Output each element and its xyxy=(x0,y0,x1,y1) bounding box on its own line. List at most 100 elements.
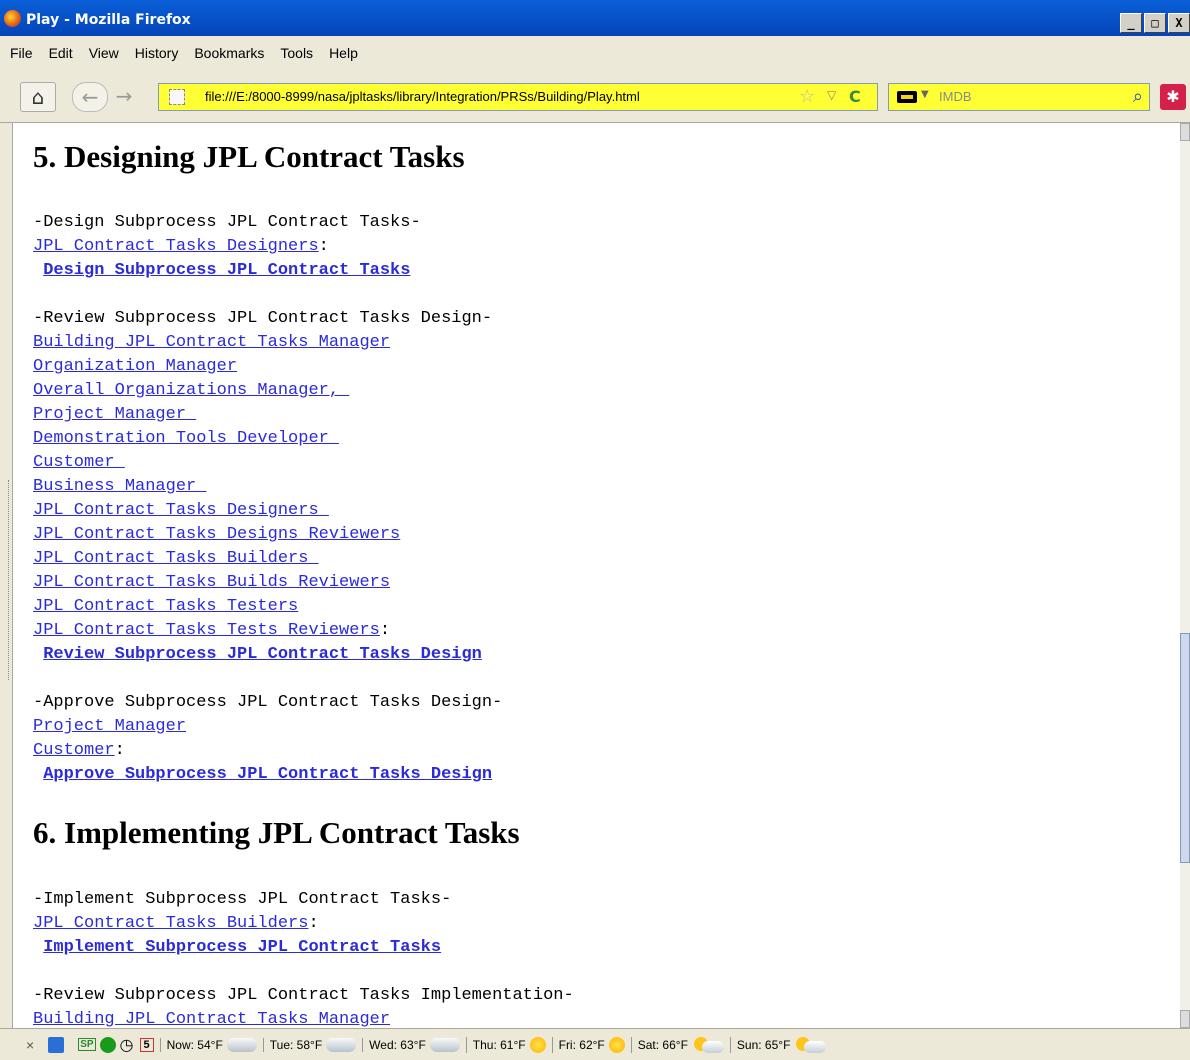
rain-cloud-icon xyxy=(429,1037,460,1052)
maximize-button[interactable]: □ xyxy=(1144,13,1166,33)
role-link[interactable]: JPL Contract Tasks Designers xyxy=(33,237,319,256)
role-link[interactable]: Building JPL Contract Tasks Manager xyxy=(33,333,390,352)
review-impl-header: -Review Subprocess JPL Contract Tasks Im… xyxy=(33,986,574,1005)
role-link[interactable]: JPL Contract Tasks Designs Reviewers xyxy=(33,525,400,544)
search-input[interactable]: IMDB xyxy=(939,89,972,104)
vertical-scrollbar[interactable] xyxy=(1180,123,1190,1028)
review-role-line: Demonstration Tools Developer xyxy=(33,427,339,451)
design-action-link[interactable]: Design Subprocess JPL Contract Tasks xyxy=(43,261,410,280)
xmarks-icon[interactable] xyxy=(48,1036,65,1053)
url-text[interactable]: file:///E:/8000-8999/nasa/jpltasks/libra… xyxy=(205,89,640,104)
menu-bar: File Edit View History Bookmarks Tools H… xyxy=(0,36,1190,70)
weather-sat[interactable]: Sat: 66°F xyxy=(630,1036,724,1053)
cloud-icon xyxy=(226,1037,257,1052)
role-link[interactable]: Project Manager xyxy=(33,405,196,424)
engine-dropdown-icon[interactable]: ▼ xyxy=(921,89,929,100)
implement-role-line: JPL Contract Tasks Builders: xyxy=(33,912,319,936)
review-role-line: JPL Contract Tasks Testers xyxy=(33,595,298,619)
role-link[interactable]: Customer xyxy=(33,741,115,760)
role-link[interactable]: Organization Manager xyxy=(33,357,237,376)
role-link[interactable]: Overall Organizations Manager, xyxy=(33,381,349,400)
weather-now[interactable]: Now: 54°F xyxy=(159,1037,257,1052)
review-role-line: Project Manager xyxy=(33,403,196,427)
review-action-line: Review Subprocess JPL Contract Tasks Des… xyxy=(33,643,482,667)
weather-fri[interactable]: Fri: 62°F xyxy=(551,1036,625,1053)
section-6-title: 6. Implementing JPL Contract Tasks xyxy=(33,815,520,850)
role-link[interactable]: JPL Contract Tasks Builds Reviewers xyxy=(33,573,390,592)
close-button[interactable]: X xyxy=(1168,13,1190,33)
review-role-line: JPL Contract Tasks Builds Reviewers xyxy=(33,571,390,595)
sun-icon xyxy=(529,1036,546,1053)
history-dropdown-icon[interactable]: ▽ xyxy=(827,88,836,102)
reload-icon[interactable]: C xyxy=(849,87,861,106)
role-link[interactable]: JPL Contract Tasks Tests Reviewers xyxy=(33,621,380,640)
sp-icon[interactable]: SP xyxy=(78,1038,96,1051)
menu-tools[interactable]: Tools xyxy=(280,45,313,61)
url-bar[interactable]: file:///E:/8000-8999/nasa/jpltasks/libra… xyxy=(158,83,878,111)
menu-bookmarks[interactable]: Bookmarks xyxy=(194,45,264,61)
role-link[interactable]: JPL Contract Tasks Builders xyxy=(33,549,319,568)
role-link[interactable]: JPL Contract Tasks Designers xyxy=(33,501,329,520)
review-role-line: JPL Contract Tasks Designs Reviewers xyxy=(33,523,400,547)
review-role-line: Overall Organizations Manager, xyxy=(33,379,349,403)
window-title: Play - Mozilla Firefox xyxy=(26,12,191,28)
menu-edit[interactable]: Edit xyxy=(49,45,73,61)
close-addon-bar-icon[interactable]: × xyxy=(26,1037,34,1053)
weather-wed[interactable]: Wed: 63°F xyxy=(362,1037,460,1052)
role-link[interactable]: Project Manager xyxy=(33,717,186,736)
title-bar: Play - Mozilla Firefox _ □ X xyxy=(0,0,1190,36)
review-role-line: Customer xyxy=(33,451,125,475)
weather-wed-label: Wed: 63°F xyxy=(369,1037,426,1052)
site-identity-icon[interactable] xyxy=(169,89,185,105)
weather-tue-label: Tue: 58°F xyxy=(269,1037,323,1052)
review-role-line: JPL Contract Tasks Tests Reviewers: xyxy=(33,619,390,643)
forward-arrow-icon[interactable]: → xyxy=(110,82,138,110)
review-action-link[interactable]: Review Subprocess JPL Contract Tasks Des… xyxy=(43,645,482,664)
window-controls: _ □ X xyxy=(1118,13,1190,33)
clock-icon[interactable]: ◷ xyxy=(120,1035,134,1055)
firefox-logo-icon xyxy=(4,10,21,27)
weather-thu[interactable]: Thu: 61°F xyxy=(465,1036,546,1053)
implement-header: -Implement Subprocess JPL Contract Tasks… xyxy=(33,890,452,909)
role-link[interactable]: Building JPL Contract Tasks Manager xyxy=(33,1010,390,1028)
sidebar-splitter[interactable] xyxy=(8,480,13,680)
approve-action-link[interactable]: Approve Subprocess JPL Contract Tasks De… xyxy=(43,765,492,784)
back-arrow-icon[interactable]: ← xyxy=(72,82,108,112)
weather-sat-label: Sat: 66°F xyxy=(637,1037,688,1052)
status-bar: × SP ◷ 5 Now: 54°F Tue: 58°F Wed: 63°F T… xyxy=(0,1028,1190,1060)
weather-sun[interactable]: Sun: 65°F xyxy=(729,1036,827,1053)
section-5-title: 5. Designing JPL Contract Tasks xyxy=(33,139,465,174)
home-icon[interactable]: ⌂ xyxy=(20,82,56,112)
minimize-button[interactable]: _ xyxy=(1120,13,1142,33)
menu-view[interactable]: View xyxy=(89,45,119,61)
colon: : xyxy=(308,914,319,933)
scroll-down-button[interactable] xyxy=(1180,1010,1190,1028)
search-bar[interactable]: ▼ IMDB ⌕ xyxy=(888,83,1150,111)
bookmark-star-icon[interactable]: ☆ xyxy=(799,86,815,107)
addon-icon[interactable]: ✱ xyxy=(1160,84,1186,110)
approve-role-line: Customer: xyxy=(33,739,125,763)
menu-file[interactable]: File xyxy=(10,45,33,61)
implement-action-link[interactable]: Implement Subprocess JPL Contract Tasks xyxy=(43,938,441,957)
menu-history[interactable]: History xyxy=(135,45,179,61)
navigation-toolbar: ⌂ ← → file:///E:/8000-8999/nasa/jpltasks… xyxy=(0,70,1190,123)
weather-now-label: Now: 54°F xyxy=(166,1037,223,1052)
imdb-engine-icon[interactable] xyxy=(897,91,917,103)
role-link[interactable]: Demonstration Tools Developer xyxy=(33,429,339,448)
status-green-icon[interactable] xyxy=(99,1036,116,1053)
weather-sun-label: Sun: 65°F xyxy=(736,1037,791,1052)
design-role-line: JPL Contract Tasks Designers: xyxy=(33,235,329,259)
scroll-thumb[interactable] xyxy=(1180,633,1190,863)
weather-tue[interactable]: Tue: 58°F xyxy=(262,1037,357,1052)
design-action-line: Design Subprocess JPL Contract Tasks xyxy=(33,259,410,283)
review-role-line: Organization Manager xyxy=(33,355,237,379)
role-link[interactable]: Business Manager xyxy=(33,477,206,496)
role-link[interactable]: Customer xyxy=(33,453,125,472)
search-icon[interactable]: ⌕ xyxy=(1133,86,1143,107)
role-link[interactable]: JPL Contract Tasks Builders xyxy=(33,914,308,933)
calendar-icon[interactable]: 5 xyxy=(139,1037,154,1052)
role-link[interactable]: JPL Contract Tasks Testers xyxy=(33,597,298,616)
partly-cloudy-icon xyxy=(794,1036,827,1053)
menu-help[interactable]: Help xyxy=(329,45,358,61)
scroll-up-button[interactable] xyxy=(1180,123,1190,141)
